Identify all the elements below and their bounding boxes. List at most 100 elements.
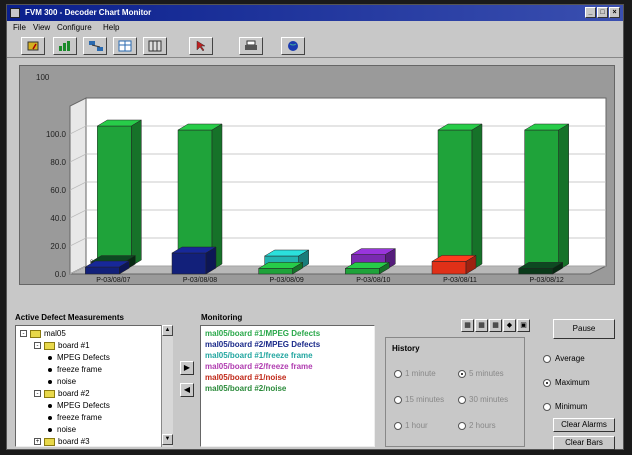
y-tick-label: 20.0 xyxy=(50,242,66,251)
toolbar-button-grid[interactable] xyxy=(143,37,167,55)
collapse-icon[interactable]: - xyxy=(20,330,27,338)
history-group: History 1 minute 5 minutes 15 minutes 30 mi… xyxy=(385,337,525,447)
grid-icon xyxy=(148,40,162,52)
bar-side xyxy=(558,123,569,271)
minimize-button[interactable]: _ xyxy=(585,7,596,18)
bar-front[interactable] xyxy=(97,125,132,267)
defect-tree[interactable]: - mal05 - board #1 MPEG Defects freeze frame n… xyxy=(15,325,165,447)
bar-front[interactable] xyxy=(431,261,467,275)
history-radio[interactable] xyxy=(394,370,402,378)
print-icon xyxy=(245,40,257,50)
y-axis-label: 100 xyxy=(36,73,50,82)
tree-leaf[interactable]: MPEG Defects xyxy=(48,353,110,362)
remove-from-monitoring-button[interactable]: ◀ xyxy=(180,383,194,397)
history-radio[interactable] xyxy=(458,422,466,430)
add-to-monitoring-button[interactable]: ▶ xyxy=(180,361,194,375)
monitoring-item[interactable]: mal05/board #1/noise xyxy=(205,373,286,382)
history-radio[interactable] xyxy=(394,422,402,430)
bar-front[interactable] xyxy=(85,266,120,275)
view-button-1[interactable]: ▦ xyxy=(461,319,474,332)
toolbar-button-globe[interactable] xyxy=(281,37,305,55)
bullet-icon xyxy=(48,379,52,384)
bar-front[interactable] xyxy=(258,268,293,275)
clear-alarms-button[interactable]: Clear Alarms xyxy=(553,418,615,432)
tree-folder[interactable]: - board #1 xyxy=(34,341,90,350)
pause-button[interactable]: Pause xyxy=(553,319,615,339)
bar-side xyxy=(131,119,142,267)
monitoring-item[interactable]: mal05/board #2/MPEG Defects xyxy=(205,340,320,349)
history-option-label: 1 minute xyxy=(405,369,436,378)
tree-label: MPEG Defects xyxy=(57,401,110,410)
history-radio[interactable] xyxy=(458,370,466,378)
tree-label: board #3 xyxy=(58,437,90,446)
view-button-3[interactable]: ▦ xyxy=(489,319,502,332)
mode-radio[interactable] xyxy=(543,355,551,363)
mode-radio[interactable] xyxy=(543,379,551,387)
monitoring-item[interactable]: mal05/board #1/freeze frame xyxy=(205,351,313,360)
scroll-up-button[interactable]: ▲ xyxy=(162,325,173,336)
app-icon xyxy=(10,8,20,18)
globe-icon xyxy=(288,41,298,51)
main-window: FVM 300 - Decoder Chart Monitor _ □ × Fi… xyxy=(6,4,624,450)
bullet-icon xyxy=(48,355,52,360)
bullet-icon xyxy=(48,427,52,432)
scroll-down-button[interactable]: ▼ xyxy=(162,434,173,445)
bullet-icon xyxy=(48,367,52,372)
tree-scrollbar[interactable]: ▲ ▼ xyxy=(161,325,173,447)
tree-leaf[interactable]: noise xyxy=(48,377,76,386)
view-button-5[interactable]: ▣ xyxy=(517,319,530,332)
collapse-icon[interactable]: - xyxy=(34,342,41,350)
bar-side xyxy=(471,123,483,271)
y-tick-label: 80.0 xyxy=(50,158,66,167)
toolbar-button-gauge[interactable] xyxy=(21,37,45,55)
tree-folder[interactable]: - mal05 xyxy=(20,329,66,338)
toolbar-button-pointer[interactable] xyxy=(189,37,213,55)
chart-icon xyxy=(59,41,70,51)
history-option-label: 1 hour xyxy=(405,421,428,430)
history-radio[interactable] xyxy=(458,396,466,404)
view-button-4[interactable]: ◆ xyxy=(503,319,516,332)
toolbar-button-network[interactable] xyxy=(83,37,107,55)
history-option-label: 5 minutes xyxy=(469,369,504,378)
folder-icon xyxy=(30,329,41,338)
collapse-icon[interactable]: - xyxy=(34,390,41,398)
menu-configure[interactable]: Configure xyxy=(57,21,92,35)
tree-label: board #2 xyxy=(58,389,90,398)
monitoring-list[interactable]: mal05/board #1/MPEG Defects mal05/board #… xyxy=(200,325,375,447)
network-icon xyxy=(89,41,103,51)
tree-label: MPEG Defects xyxy=(57,353,110,362)
x-tick-label: P-03/08/07 xyxy=(96,277,130,284)
tree-leaf[interactable]: noise xyxy=(48,425,76,434)
monitoring-item[interactable]: mal05/board #2/freeze frame xyxy=(205,362,313,371)
tree-leaf[interactable]: freeze frame xyxy=(48,413,102,422)
toolbar-button-chart[interactable] xyxy=(53,37,77,55)
menu-view[interactable]: View xyxy=(33,21,50,35)
folder-icon xyxy=(44,437,55,446)
tree-folder[interactable]: - board #2 xyxy=(34,389,90,398)
menu-file[interactable]: File xyxy=(13,21,26,35)
expand-icon[interactable]: + xyxy=(34,438,41,446)
maximize-button[interactable]: □ xyxy=(597,7,608,18)
toolbar-button-table[interactable] xyxy=(113,37,137,55)
tree-folder[interactable]: + board #3 xyxy=(34,437,90,446)
tree-leaf[interactable]: MPEG Defects xyxy=(48,401,110,410)
bar-front[interactable] xyxy=(171,252,207,275)
bar-front[interactable] xyxy=(524,129,559,271)
x-tick-label: P-03/08/09 xyxy=(270,277,304,284)
monitoring-item[interactable]: mal05/board #1/MPEG Defects xyxy=(205,329,320,338)
view-button-2[interactable]: ▦ xyxy=(475,319,488,332)
bar-front[interactable] xyxy=(345,268,380,275)
mode-radio[interactable] xyxy=(543,403,551,411)
bar-front[interactable] xyxy=(518,268,553,275)
bar-front[interactable] xyxy=(437,129,473,271)
tree-leaf[interactable]: freeze frame xyxy=(48,365,102,374)
history-radio[interactable] xyxy=(394,396,402,404)
window-title: FVM 300 - Decoder Chart Monitor xyxy=(25,8,152,17)
monitoring-item[interactable]: mal05/board #2/noise xyxy=(205,384,286,393)
tree-label: noise xyxy=(57,377,77,386)
menu-help[interactable]: Help xyxy=(103,21,119,35)
close-button[interactable]: × xyxy=(609,7,620,18)
clear-bars-button[interactable]: Clear Bars xyxy=(553,436,615,450)
toolbar-button-print[interactable] xyxy=(239,37,263,55)
mode-option-label: Average xyxy=(555,354,585,363)
